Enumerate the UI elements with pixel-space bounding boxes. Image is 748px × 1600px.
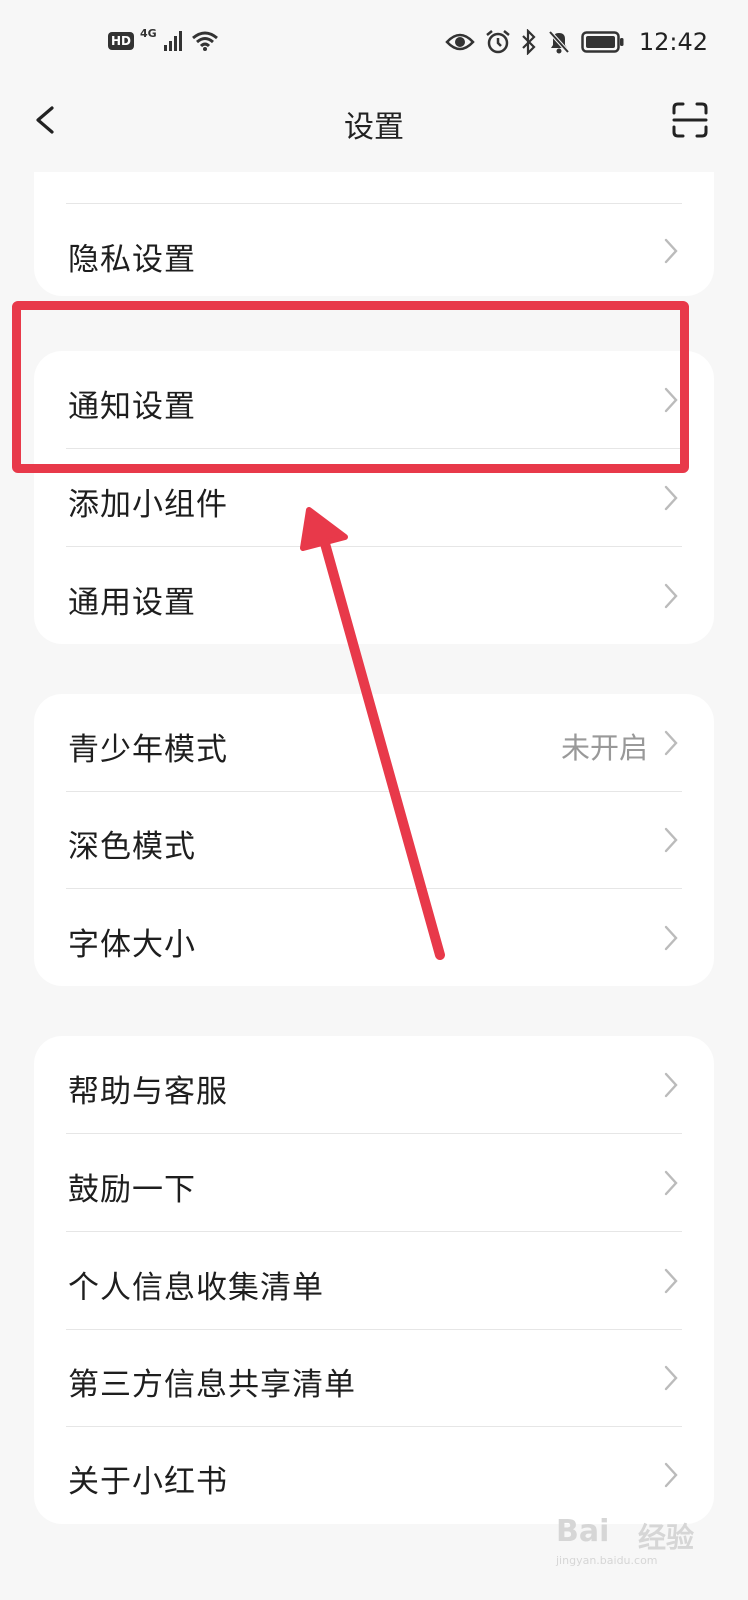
scan-button[interactable] [670,100,710,140]
chevron-right-icon [664,1072,678,1098]
watermark-logo: Bai [556,1514,610,1549]
row-label: 通用设置 [68,585,196,621]
bluetooth-icon [522,29,536,55]
row-label: 隐私设置 [68,242,196,278]
row-privacy-settings[interactable]: 隐私设置 [34,204,714,296]
settings-group-4: 帮助与客服 鼓励一下 个人信息收集清单 第三方信息共享清单 关于小红书 [34,1036,714,1524]
row-font-size[interactable]: 字体大小 [34,889,714,986]
mute-bell-icon [548,30,570,54]
chevron-right-icon [664,925,678,951]
row-help-support[interactable]: 帮助与客服 [34,1036,714,1134]
chevron-right-icon [664,238,678,264]
wifi-icon [191,31,218,51]
watermark-text: 经验 [638,1521,695,1554]
row-label: 个人信息收集清单 [68,1270,324,1306]
row-label: 帮助与客服 [68,1074,228,1110]
chevron-right-icon [664,827,678,853]
status-right: 12:42 [445,28,708,56]
battery-icon [581,31,624,53]
row-encourage[interactable]: 鼓励一下 [34,1134,714,1232]
settings-group-1: 隐私设置 [34,172,714,296]
row-label: 字体大小 [68,927,196,963]
nav-bar: 设置 [0,80,748,172]
alarm-icon [486,30,510,54]
row-label: 青少年模式 [68,732,228,768]
signal-icon [163,31,182,51]
chevron-right-icon [664,583,678,609]
status-left: HD 4G [108,26,219,52]
row-label: 关于小红书 [68,1464,228,1500]
chevron-right-icon [664,1170,678,1196]
watermark-url: jingyan.baidu.com [556,1554,658,1567]
status-bar: HD 4G 12:42 [0,0,748,80]
row-teen-mode[interactable]: 青少年模式 未开启 [34,694,714,792]
eye-icon [445,33,475,51]
watermark: Bai 经验 jingyan.baidu.com [556,1510,696,1570]
scan-icon [672,102,708,138]
hd-badge: HD [108,32,135,50]
row-label: 鼓励一下 [68,1172,196,1208]
row-label: 深色模式 [68,829,196,865]
row-label: 第三方信息共享清单 [68,1367,356,1403]
chevron-right-icon [664,485,678,511]
row-third-party-sharing[interactable]: 第三方信息共享清单 [34,1329,714,1427]
settings-group-3: 青少年模式 未开启 深色模式 字体大小 [34,694,714,986]
row-label: 添加小组件 [68,487,228,523]
row-dark-mode[interactable]: 深色模式 [34,791,714,889]
chevron-right-icon [664,730,678,756]
clock: 12:42 [638,28,708,56]
chevron-right-icon [664,1268,678,1294]
row-general-settings[interactable]: 通用设置 [34,547,714,644]
row-personal-info-list[interactable]: 个人信息收集清单 [34,1232,714,1330]
page-title: 设置 [344,110,404,145]
chevron-right-icon [664,1365,678,1391]
highlight-box [12,301,689,473]
row-value: 未开启 [560,731,648,765]
network-type: 4G [140,26,157,40]
chevron-right-icon [664,1462,678,1488]
